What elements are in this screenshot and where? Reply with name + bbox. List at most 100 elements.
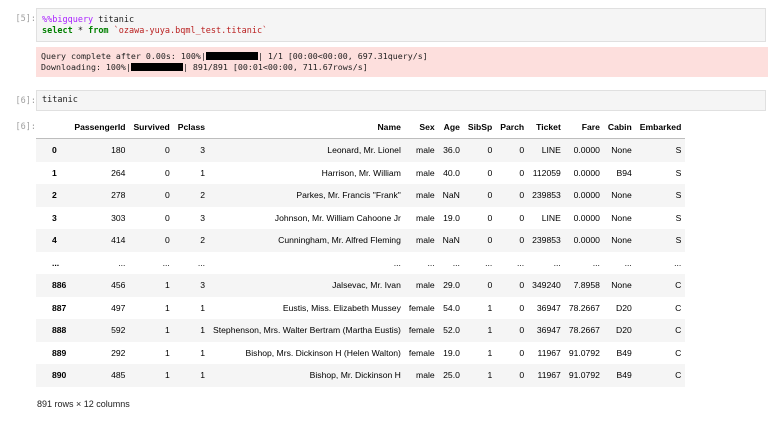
table-cell: S <box>635 229 686 252</box>
table-cell: 1 <box>200 167 206 178</box>
table-cell: 0.0000 <box>564 184 604 207</box>
table-cell: ... <box>162 257 170 268</box>
code-text: titanic <box>93 15 135 25</box>
table-cell: LINE <box>541 212 561 223</box>
table-cell: B49 <box>603 364 636 387</box>
table-cell: 3 <box>200 212 206 223</box>
column-header: Age <box>438 116 464 139</box>
table-cell: 0 <box>496 274 529 297</box>
table-cell: 456 <box>70 274 130 297</box>
table-cell: None <box>611 212 632 223</box>
table-cell: C <box>635 364 686 387</box>
table-cell: 1 <box>173 364 210 387</box>
index-header <box>36 116 71 139</box>
table-cell: 0.0000 <box>573 212 600 223</box>
table-cell: B94 <box>616 167 632 178</box>
table-cell: 303 <box>111 212 126 223</box>
progress-bar-download <box>130 63 183 71</box>
table-cell: male <box>416 212 435 223</box>
table-cell: Leonard, Mr. Lionel <box>209 138 405 162</box>
table-cell: Bishop, Mrs. Dickinson H (Helen Walton) <box>245 347 401 358</box>
column-header: Pclass <box>173 116 210 139</box>
table-cell: male <box>404 184 439 207</box>
table-cell: 91.0792 <box>568 347 600 358</box>
table-cell: ... <box>452 257 460 268</box>
table-cell: Bishop, Mr. Dickinson H <box>209 364 405 387</box>
column-header: Ticket <box>528 116 565 139</box>
table-cell: ... <box>674 257 682 268</box>
table-cell: Harrison, Mr. William <box>321 167 401 178</box>
table-cell: 0 <box>519 212 525 223</box>
table-cell: ... <box>592 257 600 268</box>
table-cell: 180 <box>70 138 130 162</box>
table-cell: 78.2667 <box>564 319 604 342</box>
table-cell: 1 <box>487 302 493 313</box>
table-row: 3 303 0 3 Johnson, Mr. William Cahoone Jr mal… <box>36 207 685 230</box>
table-cell: 0 <box>496 138 529 162</box>
table-cell: 292 <box>111 347 126 358</box>
table-cell: 239853 <box>528 229 565 252</box>
table-row: ....................................... <box>36 252 685 275</box>
table-cell: 1 <box>164 302 170 313</box>
table-cell: 11967 <box>528 364 565 387</box>
code-text: * <box>72 26 89 36</box>
table-cell: S <box>675 167 682 178</box>
table-cell: 36.0 <box>438 138 464 162</box>
table-cell: 0 <box>487 212 493 223</box>
table-cell: 91.0792 <box>564 364 604 387</box>
keyword-from: from <box>88 26 109 36</box>
table-cell: 54.0 <box>443 302 460 313</box>
table-cell: 1 <box>200 347 206 358</box>
table-cell: 112059 <box>532 167 561 178</box>
table-cell: male <box>404 364 439 387</box>
row-index: 4 <box>36 229 71 252</box>
table-cell: 3 <box>173 138 210 162</box>
table-cell: 1 <box>200 302 206 313</box>
table-cell: 40.0 <box>443 167 460 178</box>
code-editor-6[interactable]: titanic <box>36 90 766 111</box>
column-header: Name <box>209 116 405 139</box>
table-cell: male <box>404 138 439 162</box>
table-cell: Cunningham, Mr. Alfred Fleming <box>209 229 405 252</box>
table-cell: 239853 <box>528 184 565 207</box>
table-cell: 264 <box>111 167 126 178</box>
table-cell: 1 <box>487 347 493 358</box>
table-cell: ... <box>197 257 206 268</box>
table-cell: LINE <box>528 138 565 162</box>
table-cell: None <box>603 274 636 297</box>
dataframe-shape: 891 rows × 12 columns <box>37 399 130 409</box>
table-cell: 0 <box>519 167 525 178</box>
row-index: 887 <box>52 302 67 313</box>
table-header-row: PassengerId Survived Pclass Name Sex Age SibSp… <box>36 116 686 139</box>
table-cell: 0.0000 <box>564 138 604 162</box>
column-header: Cabin <box>603 116 636 139</box>
table-cell: 485 <box>70 364 130 387</box>
table-cell: None <box>603 138 636 162</box>
row-index: 886 <box>36 274 71 297</box>
table-cell: female <box>408 302 435 313</box>
table-cell: ... <box>393 257 401 268</box>
row-index: 3 <box>52 212 57 223</box>
table-cell: NaN <box>438 229 464 252</box>
table-cell: male <box>416 167 435 178</box>
table-cell: S <box>675 212 682 223</box>
table-cell: 2 <box>173 184 210 207</box>
table-cell: Jalsevac, Mr. Ivan <box>209 274 405 297</box>
table-cell: 2 <box>173 229 210 252</box>
table-cell: ... <box>118 257 126 268</box>
table-cell: S <box>635 138 686 162</box>
table-cell: 0 <box>129 184 174 207</box>
table-cell: ... <box>624 257 632 268</box>
table-cell: 25.0 <box>438 364 464 387</box>
magic-command: %%bigquery <box>42 15 94 25</box>
row-index: 890 <box>36 364 71 387</box>
row-index: 0 <box>36 138 71 162</box>
table-cell: 0.0000 <box>564 229 604 252</box>
table-cell: 36947 <box>528 319 565 342</box>
table-cell: male <box>404 274 439 297</box>
table-cell: 0 <box>463 274 497 297</box>
progress-text: | 891/891 [00:01<00:00, 711.67rows/s] <box>182 62 368 72</box>
table-cell: 36947 <box>536 302 561 313</box>
code-editor-5[interactable]: %%bigquery titanic select * from `ozawa-… <box>36 8 766 42</box>
stderr-output-5: Query complete after 0.00s: 100%| | 1/1 [… <box>36 47 768 77</box>
